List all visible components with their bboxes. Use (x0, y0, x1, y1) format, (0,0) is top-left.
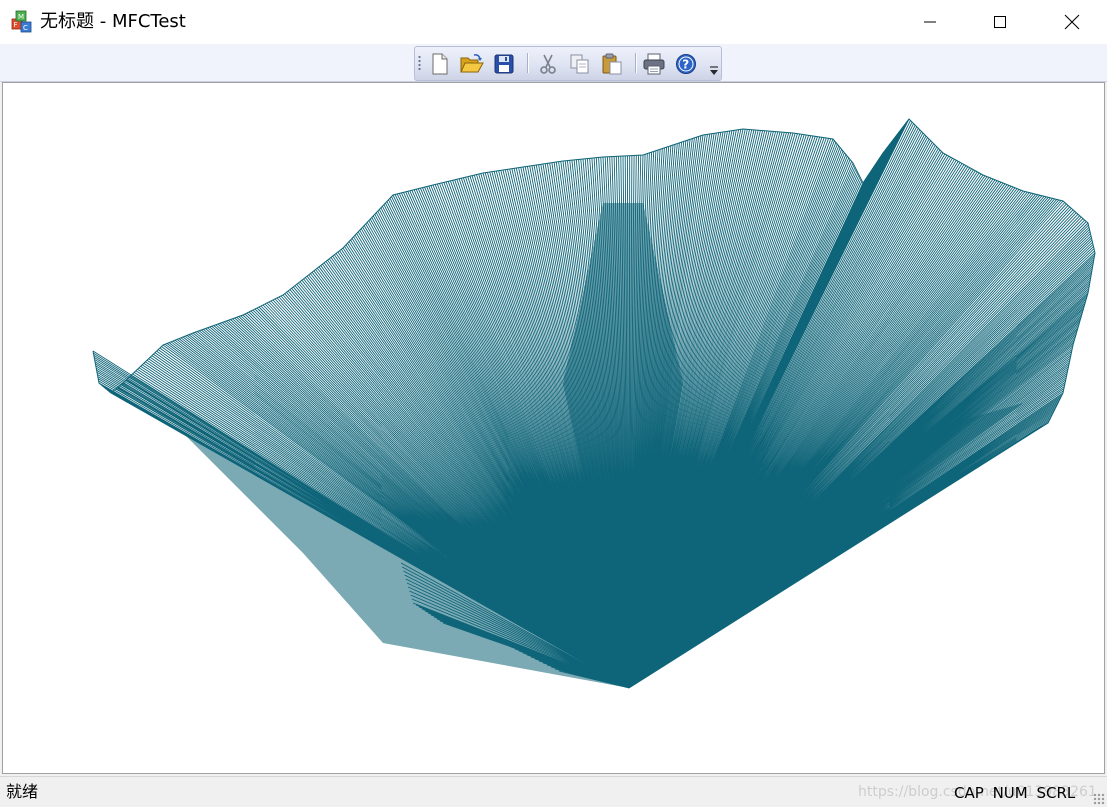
status-bar: 就绪 https://blog.csdn.net/u013983261 CAP … (0, 776, 1107, 807)
toolbar-separator (635, 53, 637, 73)
app-window: M F C 无标题 - MFCTest ? 就绪 https://blog.cs… (0, 0, 1107, 807)
close-icon (1064, 14, 1080, 30)
minimize-icon (924, 21, 936, 23)
window-title: 无标题 - MFCTest (40, 11, 186, 32)
floppy-disk-icon (494, 54, 514, 74)
printer-icon (643, 53, 665, 75)
resize-grip[interactable] (1093, 793, 1105, 805)
close-button[interactable] (1036, 0, 1107, 44)
scissors-icon (540, 54, 556, 74)
toolbar-grip[interactable] (418, 55, 421, 71)
standard-toolbar: ? (414, 46, 722, 81)
drawing-canvas[interactable] (2, 82, 1105, 774)
copy-button[interactable] (567, 51, 593, 77)
about-button[interactable]: ? (673, 51, 699, 77)
new-document-icon (432, 53, 448, 75)
print-button[interactable] (641, 51, 667, 77)
wireframe-lines (92, 118, 1096, 689)
caps-lock-indicator: CAP (954, 784, 984, 802)
maximize-button[interactable] (964, 0, 1036, 44)
num-lock-indicator: NUM (992, 784, 1028, 802)
title-bar[interactable]: M F C 无标题 - MFCTest (0, 0, 1107, 44)
clipboard-icon (602, 53, 622, 75)
new-button[interactable] (427, 51, 453, 77)
minimize-button[interactable] (894, 0, 966, 44)
help-icon: ? (676, 54, 696, 74)
scroll-lock-indicator: SCRL (1036, 784, 1076, 802)
save-button[interactable] (491, 51, 517, 77)
maximize-icon (994, 16, 1006, 28)
toolbar-overflow-icon[interactable] (709, 65, 719, 77)
svg-text:C: C (23, 24, 28, 32)
status-indicators: CAP NUM SCRL (954, 783, 1079, 803)
toolbar-separator (527, 53, 529, 73)
mfc-app-icon: M F C (11, 10, 32, 33)
surface-rendering (92, 118, 1096, 689)
paste-button[interactable] (599, 51, 625, 77)
copy-icon (570, 54, 589, 74)
cut-button[interactable] (535, 51, 561, 77)
open-folder-icon (460, 54, 484, 73)
svg-text:M: M (18, 13, 24, 21)
toolbar-band: ? (0, 44, 1107, 82)
status-message: 就绪 (6, 782, 39, 801)
open-button[interactable] (459, 51, 485, 77)
svg-text:?: ? (682, 58, 689, 72)
svg-text:F: F (14, 21, 18, 29)
